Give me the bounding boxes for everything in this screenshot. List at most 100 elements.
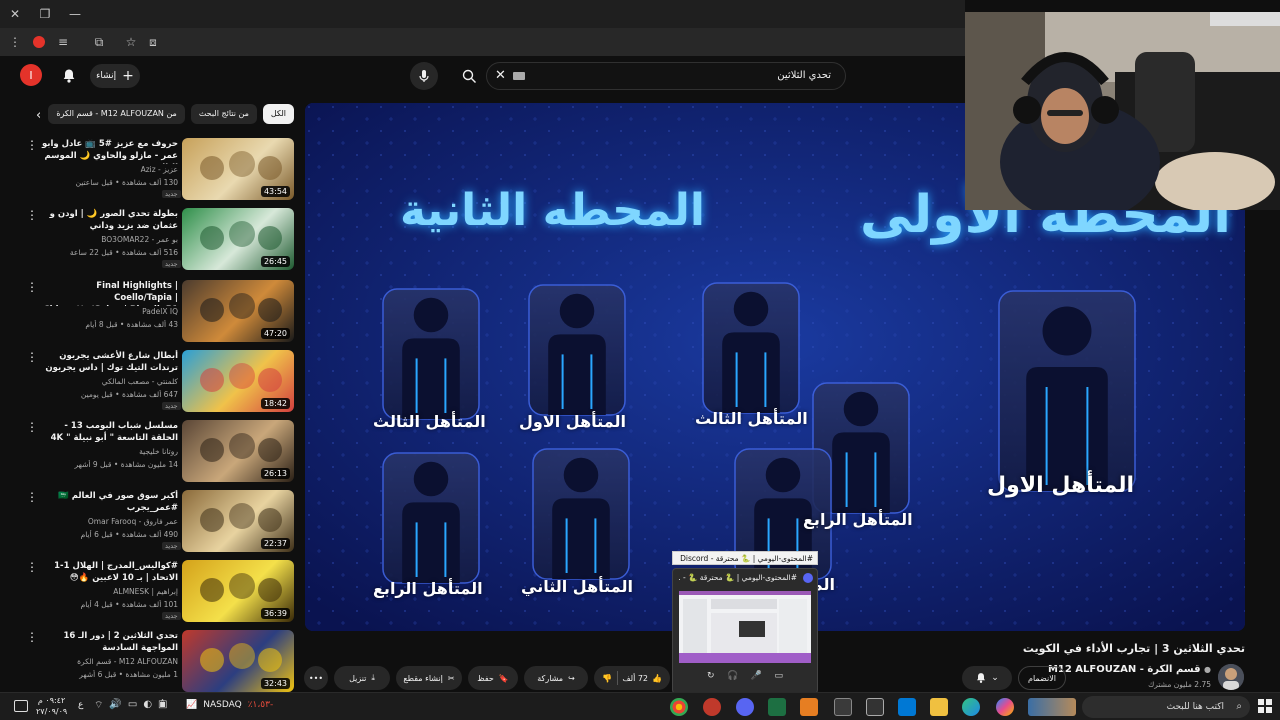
extensions-icon[interactable]: ⧉ [88,31,110,53]
list-item[interactable]: 22:37 أكبر سوق صور في العالم 🇸🇦 #عمر_يجرب… [0,490,300,554]
more-vertical-icon[interactable]: ⋮ [26,631,38,643]
show-hidden-icons[interactable]: ˄ [160,699,165,710]
video-title-link[interactable]: Final Highlights | Coello/Tapia | Chingo… [40,280,178,306]
chip-from-channel[interactable]: من M12 ALFOUZAN - قسم الكرة [48,104,185,124]
clock[interactable]: ٠٩:٤٢ م ٢٧/٠٩/٠٩ [36,695,67,717]
desktop-preview-icon[interactable] [1028,698,1076,716]
discord-taskbar-icon[interactable] [736,698,754,716]
download-button[interactable]: ⤓ تنزيل [334,666,390,690]
more-vertical-icon[interactable]: ⋮ [26,351,38,363]
speaker-icon[interactable]: 🔊 [109,699,121,712]
more-vertical-icon[interactable]: ⋮ [26,209,38,221]
chrome-taskbar-icon[interactable] [670,698,688,716]
microphone-icon[interactable]: 🎤 [751,671,762,681]
more-vertical-icon[interactable]: ⋮ [26,421,38,433]
video-thumbnail[interactable]: 22:37 [182,490,294,552]
join-button[interactable]: الانضمام [1018,666,1066,690]
video-channel[interactable]: إبراهيم | ALMNESK [40,587,178,596]
share-button[interactable]: ↪ مشاركة [524,666,588,690]
save-button[interactable]: 🔖 حفظ [468,666,518,690]
notification-center-icon[interactable] [14,700,28,712]
excel-taskbar-icon[interactable] [768,698,786,716]
search-input[interactable]: تحدي الثلاثين ✕ [486,62,846,90]
video-thumbnail[interactable]: 18:42 [182,350,294,412]
headphones-icon[interactable]: 🎧 [727,671,738,681]
obs-taskbar-icon[interactable] [703,698,721,716]
copilot-taskbar-icon[interactable] [996,698,1014,716]
subscribed-notifications-button[interactable]: ⌄ [962,666,1012,690]
list-item[interactable]: 18:42 أبطال شارع الأعشى يجربون ترندات الت… [0,350,300,414]
app-taskbar-icon[interactable] [800,698,818,716]
taskbar-search[interactable]: اكتب هنا للبحث ⌕ [1082,696,1250,718]
video-thumbnail[interactable]: 36:39 [182,560,294,622]
video-title-link[interactable]: مسلسل شباب البومب 13 - الحلقة التاسعة " … [40,420,178,444]
video-thumbnail[interactable]: 26:13 [182,420,294,482]
pip-icon[interactable]: ⧈ [142,31,164,53]
browser-menu-icon[interactable]: ⋮ [4,31,26,53]
close-window-button[interactable]: ✕ [4,3,26,25]
wifi-icon[interactable]: ⌔ [94,699,103,712]
outlook-taskbar-icon[interactable] [898,698,916,716]
window-taskbar-icon[interactable] [834,698,852,716]
battery-icon[interactable]: ▭ [128,699,137,712]
chip-scroll-left-icon[interactable]: ‹ [36,108,41,123]
video-channel[interactable]: عزيز - Aziz [40,165,178,174]
start-button[interactable] [1258,699,1272,713]
retry-icon[interactable]: ↻ [707,671,715,681]
account-avatar[interactable]: I [20,64,42,86]
chip-from-search[interactable]: من نتائج البحث [190,104,257,124]
video-thumbnail[interactable]: 26:45 [182,208,294,270]
video-title-link[interactable]: بطولة تحدي الصور 🌙 | اودن و عثمان ضد يزي… [40,208,178,232]
video-title-link[interactable]: حروف مع عزيز #5 📺 عادل وابو عمر - مازلو … [40,138,178,164]
video-channel[interactable]: بو عمر - BO3OMAR22 [40,235,178,244]
more-vertical-icon[interactable]: ⋮ [26,491,38,503]
notifications-bell-icon[interactable] [58,65,80,87]
bookmark-star-icon[interactable]: ☆ [120,31,142,53]
voice-search-button[interactable] [410,62,438,90]
video-thumbnail[interactable]: 32:43 [182,630,294,692]
file-explorer-taskbar-icon[interactable] [930,698,948,716]
edge-taskbar-icon[interactable] [962,698,980,716]
tray-app-icon[interactable]: ◐ [143,699,152,712]
video-title-link[interactable]: أبطال شارع الأعشى يجربون ترندات التيك تو… [40,350,178,374]
clip-button[interactable]: ✂ إنشاء مقطع [396,666,462,690]
screen-share-icon[interactable]: ▭ [774,671,783,681]
video-channel[interactable]: PadelX IQ [40,307,178,316]
more-actions-button[interactable]: ••• [304,666,328,690]
list-item[interactable]: 26:45 بطولة تحدي الصور 🌙 | اودن و عثمان ض… [0,208,300,272]
more-vertical-icon[interactable]: ⋮ [26,139,38,151]
channel-name[interactable]: ● قسم الكرة - M12 ALFOUZAN [1048,664,1211,675]
video-title-link[interactable]: تحدي الثلاثين 2 | دور الـ 16 المواجهة ال… [40,630,178,654]
list-item[interactable]: 43:54 حروف مع عزيز #5 📺 عادل وابو عمر - م… [0,138,300,202]
stock-widget[interactable]: 📈 NASDAQ ٪١،٥٣- [186,700,273,710]
list-item[interactable]: 32:43 تحدي الثلاثين 2 | دور الـ 16 المواج… [0,630,300,692]
list-item[interactable]: 47:20 Final Highlights | Coello/Tapia | C… [0,280,300,344]
video-channel[interactable]: M12 ALFOUZAN - قسم الكرة [40,657,178,666]
clear-search-icon[interactable]: ✕ [495,63,506,89]
search-button[interactable] [452,62,486,90]
reading-list-icon[interactable]: ≡ [52,31,74,53]
list-item[interactable]: 36:39 #كواليس_المدرج | الهلال 1-1 الاتحاد… [0,560,300,624]
keyboard-icon[interactable] [513,72,525,80]
video-title-link[interactable]: أكبر سوق صور في العالم 🇸🇦 #عمر_يجرب [40,490,178,514]
more-vertical-icon[interactable]: ⋮ [26,281,38,293]
video-channel[interactable]: كلمنتي - مصعب المالكي [40,377,178,386]
minimize-window-button[interactable]: — [64,3,86,25]
channel-avatar[interactable] [1218,664,1244,690]
input-language[interactable]: ع [78,700,83,710]
profile-icon[interactable] [28,31,50,53]
video-thumbnail[interactable]: 43:54 [182,138,294,200]
create-button[interactable]: إنشاء + [90,64,140,88]
video-channel[interactable]: روتانا خليجية [40,447,178,456]
chip-all[interactable]: الكل [262,104,294,124]
discord-window-preview[interactable]: #المحتوى-اليومي | 🐍 محترقة 🐍 - ... ↻ 🎧 🎤… [672,568,818,694]
video-channel[interactable]: عمر فاروق - Omar Farooq [40,517,178,526]
capcut-taskbar-icon[interactable] [866,698,884,716]
thumbs-down-icon[interactable]: 👎 [602,674,612,683]
video-thumbnail[interactable]: 47:20 [182,280,294,342]
list-item[interactable]: 26:13 مسلسل شباب البومب 13 - الحلقة التاس… [0,420,300,484]
maximize-window-button[interactable]: ❐ [34,3,56,25]
video-title-link[interactable]: #كواليس_المدرج | الهلال 1-1 الاتحاد | بـ… [40,560,178,584]
more-vertical-icon[interactable]: ⋮ [26,561,38,573]
like-button[interactable]: 👍 72 ألف [622,674,662,683]
